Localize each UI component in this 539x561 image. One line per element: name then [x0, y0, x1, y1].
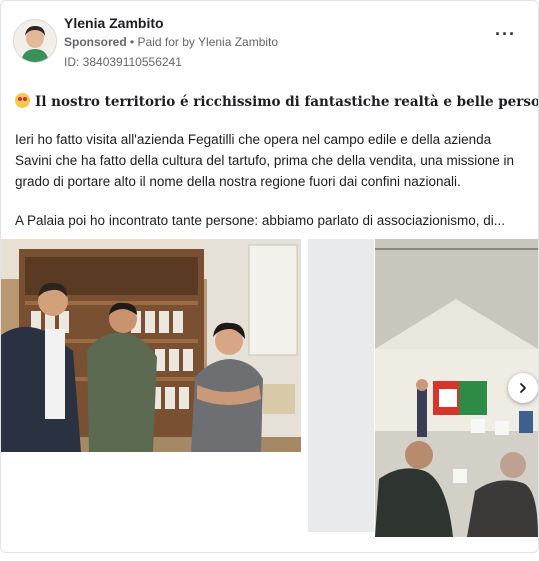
carousel-next-button[interactable]	[508, 373, 538, 403]
ad-id: ID: 384039110556241	[64, 55, 182, 69]
post-header: Ylenia Zambito Sponsored • Paid for by Y…	[1, 1, 538, 75]
author-name[interactable]: Ylenia Zambito	[64, 15, 164, 31]
heart-eyes-emoji-icon	[15, 93, 30, 108]
paid-for-text: • Paid for by Ylenia Zambito	[126, 35, 279, 49]
carousel-photo-1[interactable]	[1, 239, 301, 452]
sponsored-post-card: Ylenia Zambito Sponsored • Paid for by Y…	[0, 0, 539, 553]
sponsored-label: Sponsored	[64, 35, 127, 49]
chevron-right-icon	[520, 383, 526, 393]
photo-carousel	[1, 239, 538, 539]
post-headline: Il nostro territorio é ricchissimo di fa…	[15, 93, 538, 110]
headline-text: Il nostro territorio é ricchissimo di fa…	[35, 94, 539, 110]
sponsorship-line: Sponsored • Paid for by Ylenia Zambito	[64, 35, 278, 49]
post-paragraph-2[interactable]: A Palaia poi ho incontrato tante persone…	[15, 210, 525, 231]
carousel-spacer	[308, 239, 374, 532]
more-options-icon[interactable]: ···	[495, 25, 516, 43]
post-paragraph-1: Ieri ho fatto visita all'azienda Fegatil…	[15, 132, 515, 189]
author-avatar[interactable]	[13, 19, 57, 63]
